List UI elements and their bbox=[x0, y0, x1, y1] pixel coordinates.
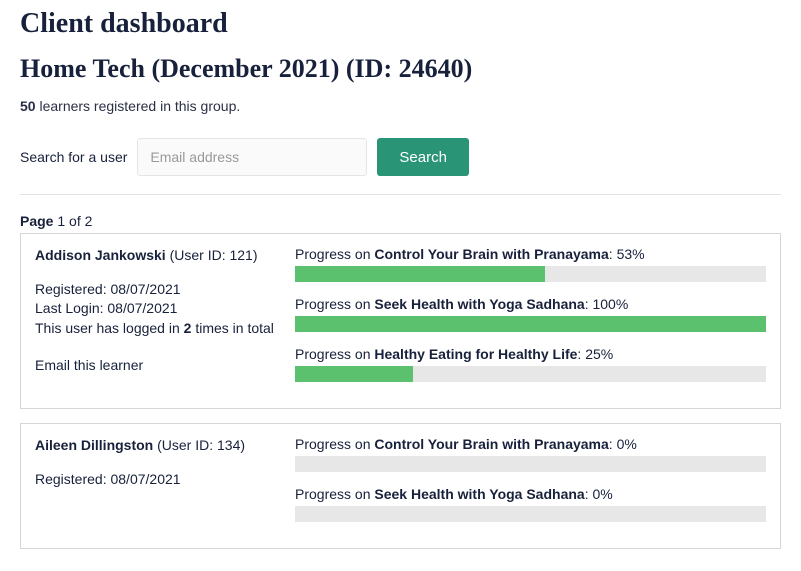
user-last-login: Last Login: 08/07/2021 bbox=[35, 299, 275, 319]
user-name: Addison Jankowski bbox=[35, 247, 166, 263]
user-name-line: Aileen Dillingston (User ID: 134) bbox=[35, 436, 275, 456]
user-registered: Registered: 08/07/2021 bbox=[35, 470, 275, 490]
progress-block: Progress on Seek Health with Yoga Sadhan… bbox=[295, 296, 766, 332]
email-learner-link[interactable]: Email this learner bbox=[35, 356, 143, 376]
course-title: Seek Health with Yoga Sadhana bbox=[374, 486, 584, 502]
progress-fill bbox=[295, 366, 413, 382]
course-title: Seek Health with Yoga Sadhana bbox=[374, 296, 584, 312]
page-title: Client dashboard bbox=[20, 8, 781, 40]
search-button[interactable]: Search bbox=[377, 138, 469, 176]
progress-bar bbox=[295, 506, 766, 522]
user-id: (User ID: 134) bbox=[153, 437, 245, 453]
progress-label: Progress on Seek Health with Yoga Sadhan… bbox=[295, 486, 766, 502]
progress-block: Progress on Control Your Brain with Pran… bbox=[295, 246, 766, 282]
learner-count-text: learners registered in this group. bbox=[36, 98, 241, 114]
progress-label: Progress on Seek Health with Yoga Sadhan… bbox=[295, 296, 766, 312]
user-card: Aileen Dillingston (User ID: 134) Registe… bbox=[20, 423, 781, 549]
progress-fill bbox=[295, 266, 545, 282]
progress-label: Progress on Control Your Brain with Pran… bbox=[295, 246, 766, 262]
progress-bar bbox=[295, 456, 766, 472]
user-name-line: Addison Jankowski (User ID: 121) bbox=[35, 246, 275, 266]
user-registered: Registered: 08/07/2021 bbox=[35, 280, 275, 300]
progress-block: Progress on Control Your Brain with Pran… bbox=[295, 436, 766, 472]
learner-count: 50 learners registered in this group. bbox=[20, 98, 781, 114]
user-id: (User ID: 121) bbox=[166, 247, 258, 263]
user-card: Addison Jankowski (User ID: 121) Register… bbox=[20, 233, 781, 409]
course-title: Control Your Brain with Pranayama bbox=[374, 436, 608, 452]
user-login-count: This user has logged in 2 times in total bbox=[35, 319, 275, 339]
progress-bar bbox=[295, 366, 766, 382]
search-label: Search for a user bbox=[20, 149, 127, 165]
divider bbox=[20, 194, 781, 195]
page-indicator-current: 1 of 2 bbox=[53, 213, 92, 229]
progress-bar bbox=[295, 266, 766, 282]
progress-label: Progress on Control Your Brain with Pran… bbox=[295, 436, 766, 452]
course-title: Healthy Eating for Healthy Life bbox=[374, 346, 577, 362]
learner-count-num: 50 bbox=[20, 98, 36, 114]
user-progress-list: Progress on Control Your Brain with Pran… bbox=[295, 436, 766, 536]
search-input[interactable] bbox=[137, 138, 367, 176]
page-indicator: Page 1 of 2 bbox=[20, 213, 781, 229]
page-indicator-prefix: Page bbox=[20, 213, 53, 229]
progress-fill bbox=[295, 316, 766, 332]
progress-bar bbox=[295, 316, 766, 332]
progress-block: Progress on Healthy Eating for Healthy L… bbox=[295, 346, 766, 382]
user-progress-list: Progress on Control Your Brain with Pran… bbox=[295, 246, 766, 396]
progress-block: Progress on Seek Health with Yoga Sadhan… bbox=[295, 486, 766, 522]
search-row: Search for a user Search bbox=[20, 138, 781, 176]
group-title: Home Tech (December 2021) (ID: 24640) bbox=[20, 54, 781, 84]
course-title: Control Your Brain with Pranayama bbox=[374, 246, 608, 262]
progress-label: Progress on Healthy Eating for Healthy L… bbox=[295, 346, 766, 362]
user-info: Aileen Dillingston (User ID: 134) Registe… bbox=[35, 436, 275, 536]
user-info: Addison Jankowski (User ID: 121) Register… bbox=[35, 246, 275, 396]
user-name: Aileen Dillingston bbox=[35, 437, 153, 453]
